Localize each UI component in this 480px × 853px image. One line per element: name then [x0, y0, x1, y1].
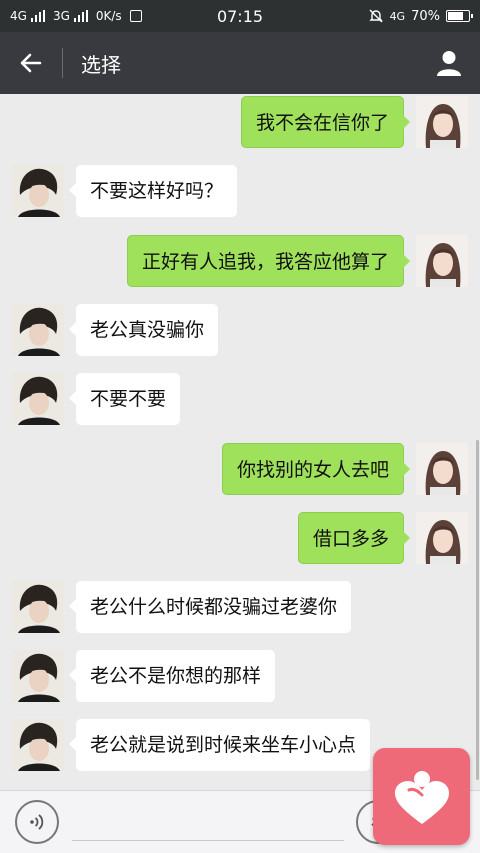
heart-person-icon [394, 770, 449, 824]
avatar[interactable] [416, 512, 468, 564]
message-bubble[interactable]: 正好有人追我，我答应他算了 [126, 235, 411, 287]
title-divider [62, 48, 63, 78]
message-bubble[interactable]: 不要不要 [68, 373, 181, 425]
chat-info-button[interactable] [418, 32, 480, 94]
message-input[interactable] [72, 805, 344, 841]
avatar[interactable] [12, 373, 64, 425]
message-bubble[interactable]: 老公不是你想的那样 [68, 650, 276, 702]
avatar-male-image [12, 304, 64, 356]
message-bubble[interactable]: 老公什么时候都没骗过老婆你 [68, 581, 352, 633]
avatar-male-image [12, 373, 64, 425]
message-received: 老公什么时候都没骗过老婆你 [0, 581, 480, 633]
avatar-female-image [416, 96, 468, 148]
message-sent: 借口多多 [0, 512, 480, 564]
signal-icon [73, 10, 88, 22]
page-title: 选择 [81, 52, 121, 77]
avatar[interactable] [12, 165, 64, 217]
avatar[interactable] [416, 443, 468, 495]
message-sent: 正好有人追我，我答应他算了 [0, 235, 480, 287]
network-type-3: 4G [389, 9, 406, 23]
mute-icon [368, 9, 383, 23]
floating-overlay-button[interactable] [373, 748, 470, 845]
avatar[interactable] [12, 719, 64, 771]
message-bubble[interactable]: 老公真没骗你 [68, 304, 219, 356]
network-type-2: 3G [52, 9, 70, 23]
avatar[interactable] [12, 650, 64, 702]
message-received: 不要不要 [0, 373, 480, 425]
signal-icon [30, 10, 45, 22]
message-received: 老公不是你想的那样 [0, 650, 480, 702]
status-bar: 4G 3G 0K/s 07:15 4G 70% [0, 0, 480, 32]
message-bubble[interactable]: 不要这样好吗？ [68, 165, 238, 217]
avatar-male-image [12, 719, 64, 771]
message-bubble[interactable]: 老公就是说到时候来坐车小心点 [68, 719, 371, 771]
message-list[interactable]: 我不会在信你了 不要这样好吗？ 正好有人追我，我答应他算了 老公真没骗你 不要不… [0, 94, 480, 790]
message-bubble[interactable]: 我不会在信你了 [240, 96, 411, 148]
avatar-male-image [12, 650, 64, 702]
avatar-male-image [12, 165, 64, 217]
back-arrow-icon [20, 53, 42, 73]
avatar-female-image [416, 512, 468, 564]
back-button[interactable] [0, 32, 62, 94]
avatar-female-image [416, 443, 468, 495]
avatar[interactable] [12, 304, 64, 356]
message-received: 不要这样好吗？ [0, 165, 480, 217]
avatar[interactable] [416, 235, 468, 287]
battery-percent: 70% [411, 8, 440, 24]
title-bar: 选择 [0, 32, 480, 94]
voice-icon [30, 814, 44, 830]
message-sent: 我不会在信你了 [0, 96, 480, 148]
message-received: 老公真没骗你 [0, 304, 480, 356]
battery-icon [446, 10, 473, 22]
status-left: 4G 3G 0K/s [10, 9, 142, 23]
scrollbar[interactable] [476, 440, 479, 780]
avatar-female-image [416, 235, 468, 287]
message-bubble[interactable]: 你找别的女人去吧 [221, 443, 411, 495]
notification-icon [129, 10, 142, 22]
network-speed: 0K/s [95, 9, 122, 23]
status-right: 4G 70% [368, 8, 473, 24]
message-sent: 你找别的女人去吧 [0, 443, 480, 495]
person-icon [437, 51, 461, 76]
message-bubble[interactable]: 借口多多 [297, 512, 411, 564]
avatar-male-image [12, 581, 64, 633]
avatar[interactable] [416, 96, 468, 148]
avatar[interactable] [12, 581, 64, 633]
voice-button[interactable] [15, 800, 59, 844]
network-type-1: 4G [10, 9, 27, 23]
